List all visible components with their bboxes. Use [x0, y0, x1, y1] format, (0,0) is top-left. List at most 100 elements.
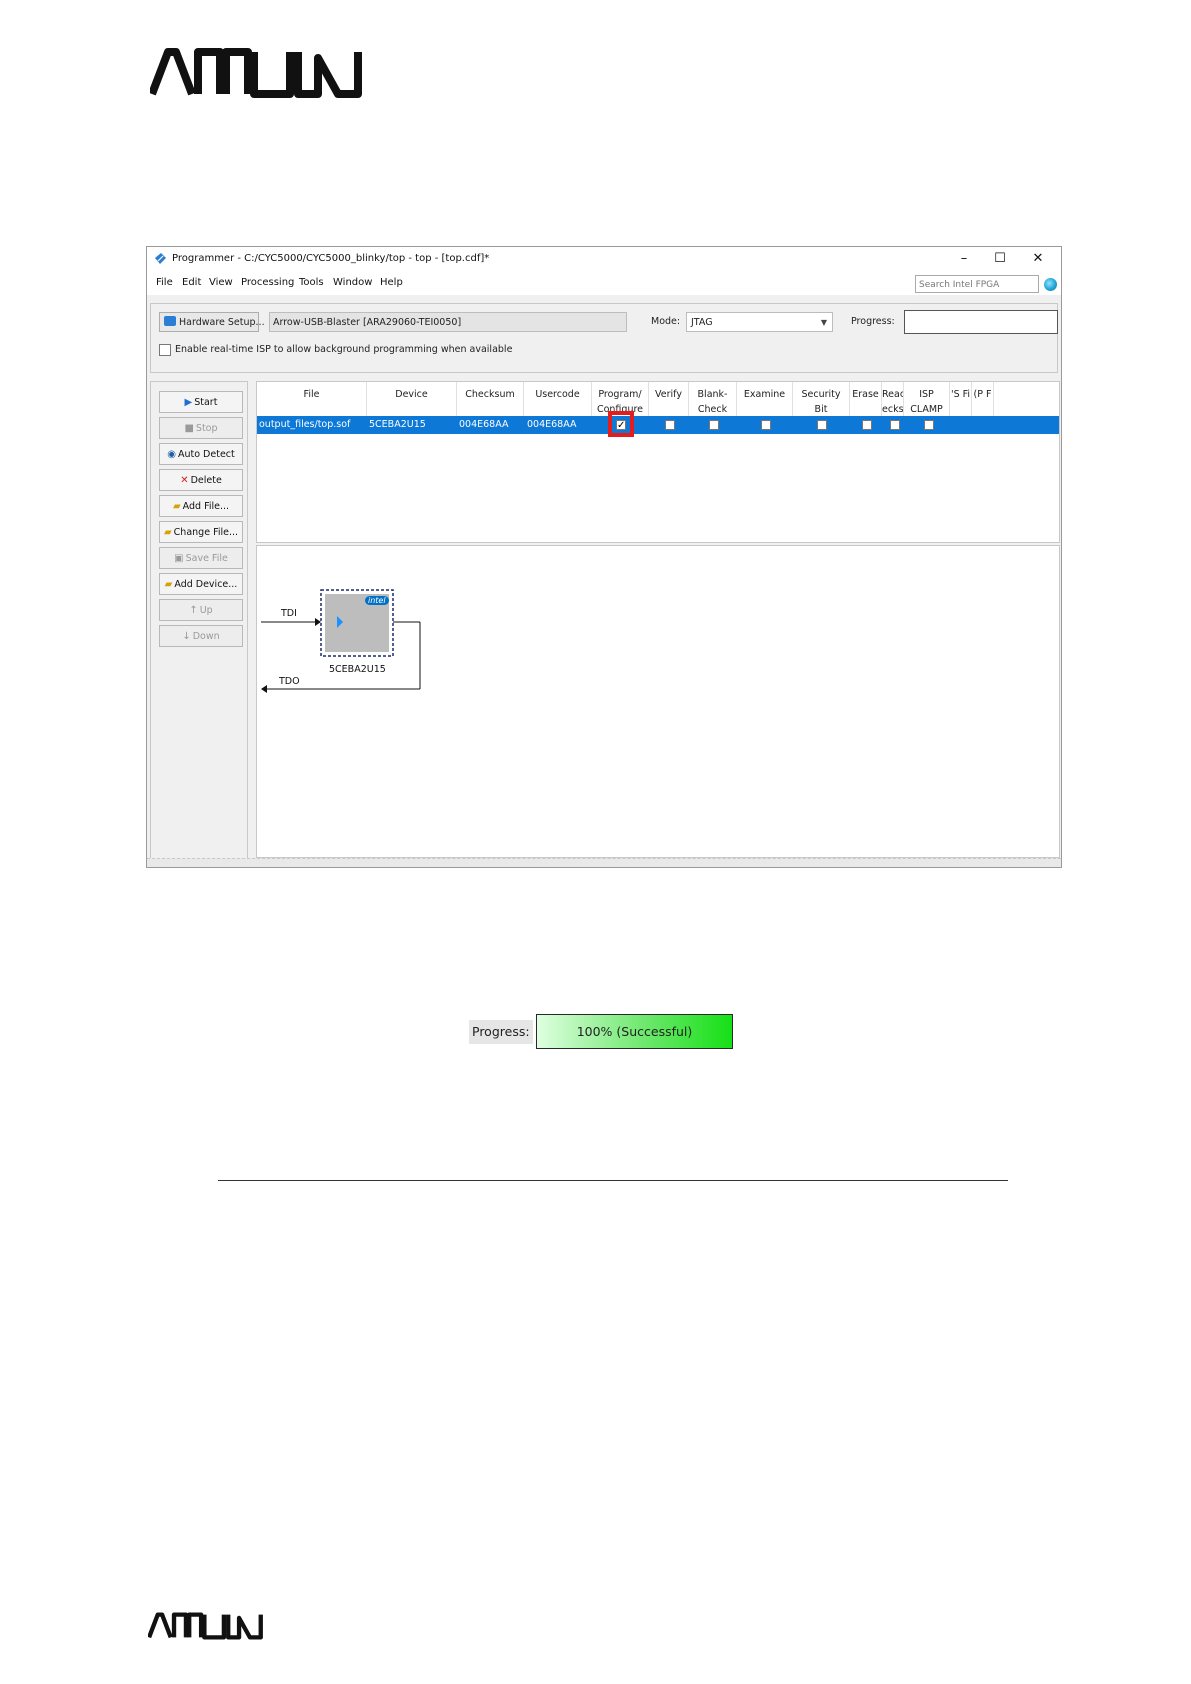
col-isp-clamp[interactable]: ISP CLAMP — [904, 382, 950, 416]
cell-checksum: 004E68AA — [459, 419, 509, 430]
status-bar — [147, 858, 1061, 867]
menu-edit[interactable]: Edit — [182, 277, 201, 288]
down-label: Down — [192, 631, 220, 642]
down-button[interactable]: ↓ Down — [159, 625, 243, 647]
erase-checkbox[interactable] — [862, 420, 872, 430]
add-file-button[interactable]: ▰ Add File... — [159, 495, 243, 517]
col-erase[interactable]: Erase — [850, 382, 882, 416]
up-button[interactable]: ↑ Up — [159, 599, 243, 621]
jtag-chain-diagram: TDI TDO intel 5CEBA2U15 — [256, 545, 1060, 858]
intel-logo-icon: intel — [365, 596, 389, 605]
hardware-setup-label: Hardware Setup... — [179, 317, 265, 328]
menu-file[interactable]: File — [156, 277, 173, 288]
col-usercode[interactable]: Usercode — [524, 382, 592, 416]
menu-window[interactable]: Window — [333, 277, 372, 288]
change-file-label: Change File... — [173, 527, 239, 538]
maximize-button[interactable]: ☐ — [983, 249, 1017, 269]
arrow-logo-footer — [148, 1612, 264, 1640]
progress-result-bar: 100% (Successful) — [536, 1014, 733, 1049]
blank-check-checkbox[interactable] — [709, 420, 719, 430]
table-header: File Device Checksum Usercode Program/ C… — [257, 382, 1059, 417]
col-fi[interactable]: 'S Fi — [950, 382, 972, 416]
mode-value: JTAG — [691, 317, 713, 328]
down-arrow-icon: ↓ — [182, 631, 191, 642]
cell-usercode: 004E68AA — [527, 419, 577, 430]
close-button[interactable]: ✕ — [1021, 249, 1055, 269]
hardware-panel: Hardware Setup... Arrow-USB-Blaster [ARA… — [150, 303, 1058, 373]
stop-icon: ■ — [184, 423, 194, 434]
add-file-icon: ▰ — [172, 501, 181, 512]
start-icon: ▶ — [184, 397, 193, 408]
col-pf[interactable]: (P F — [972, 382, 994, 416]
start-button[interactable]: ▶ Start — [159, 391, 243, 413]
stop-button[interactable]: ■ Stop — [159, 417, 243, 439]
device-table: File Device Checksum Usercode Program/ C… — [256, 381, 1060, 543]
progress-result: Progress: 100% (Successful) — [469, 1014, 733, 1050]
up-label: Up — [199, 605, 213, 616]
programmer-window: Programmer - C:/CYC5000/CYC5000_blinky/t… — [146, 246, 1062, 868]
read-checks-checkbox[interactable] — [890, 420, 900, 430]
title-bar: Programmer - C:/CYC5000/CYC5000_blinky/t… — [147, 247, 1061, 271]
globe-icon[interactable] — [1044, 278, 1057, 291]
col-security-bit[interactable]: Security Bit — [793, 382, 850, 416]
progress-label: Progress: — [851, 316, 895, 327]
verify-checkbox[interactable] — [665, 420, 675, 430]
menu-view[interactable]: View — [209, 277, 233, 288]
auto-detect-button[interactable]: ◉ Auto Detect — [159, 443, 243, 465]
col-device[interactable]: Device — [367, 382, 457, 416]
hardware-icon — [164, 316, 176, 326]
chip-label: 5CEBA2U15 — [329, 664, 386, 675]
minimize-button[interactable]: – — [947, 249, 981, 269]
tdi-label: TDI — [281, 608, 297, 619]
isp-checkbox[interactable] — [159, 344, 171, 356]
highlight-box — [608, 411, 634, 437]
tdo-label: TDO — [279, 676, 300, 687]
mode-label: Mode: — [651, 316, 681, 327]
mode-select[interactable]: JTAG ▼ — [686, 312, 833, 332]
col-examine[interactable]: Examine — [737, 382, 793, 416]
save-file-button[interactable]: ▣ Save File — [159, 547, 243, 569]
menu-tools[interactable]: Tools — [299, 277, 324, 288]
progress-result-label: Progress: — [469, 1020, 533, 1044]
chevron-down-icon: ▼ — [820, 318, 827, 327]
isp-clamp-checkbox[interactable] — [924, 420, 934, 430]
save-icon: ▣ — [174, 553, 184, 564]
col-read-checks[interactable]: Reac ecks — [882, 382, 904, 416]
stop-label: Stop — [195, 423, 218, 434]
examine-checkbox[interactable] — [761, 420, 771, 430]
add-device-label: Add Device... — [174, 579, 238, 590]
delete-icon: ✕ — [180, 475, 189, 486]
change-file-button[interactable]: ▰ Change File... — [159, 521, 243, 543]
delete-label: Delete — [190, 475, 222, 486]
delete-button[interactable]: ✕ Delete — [159, 469, 243, 491]
action-sidebar: ▶ Start ■ Stop ◉ Auto Detect ✕ Delete ▰ Add F… — [150, 381, 248, 859]
programmer-app-icon — [155, 253, 166, 264]
menu-help[interactable]: Help — [380, 277, 403, 288]
window-title: Programmer - C:/CYC5000/CYC5000_blinky/t… — [172, 253, 490, 264]
add-device-icon: ▰ — [164, 579, 173, 590]
menu-bar: File Edit View Processing Tools Window H… — [147, 271, 1061, 295]
hardware-device-field: Arrow-USB-Blaster [ARA29060-TEI0050] — [269, 312, 627, 332]
search-input[interactable]: Search Intel FPGA — [915, 275, 1039, 293]
up-arrow-icon: ↑ — [189, 605, 198, 616]
col-verify[interactable]: Verify — [649, 382, 689, 416]
progress-bar — [904, 310, 1058, 334]
menu-processing[interactable]: Processing — [241, 277, 294, 288]
add-file-label: Add File... — [182, 501, 230, 512]
section-divider — [218, 1180, 1008, 1181]
hardware-setup-button[interactable]: Hardware Setup... — [159, 312, 265, 332]
col-checksum[interactable]: Checksum — [457, 382, 524, 416]
col-blank-check[interactable]: Blank- Check — [689, 382, 737, 416]
auto-detect-label: Auto Detect — [177, 449, 235, 460]
table-row[interactable]: output_files/top.sof 5CEBA2U15 004E68AA … — [257, 411, 1059, 437]
arrow-logo — [150, 48, 364, 98]
isp-label: Enable real-time ISP to allow background… — [175, 344, 513, 355]
save-file-label: Save File — [185, 553, 228, 564]
cell-device: 5CEBA2U15 — [369, 419, 426, 430]
add-device-button[interactable]: ▰ Add Device... — [159, 573, 243, 595]
security-bit-checkbox[interactable] — [817, 420, 827, 430]
start-label: Start — [194, 397, 218, 408]
col-file[interactable]: File — [257, 382, 367, 416]
folder-icon: ▰ — [163, 527, 172, 538]
cell-file: output_files/top.sof — [259, 419, 351, 430]
